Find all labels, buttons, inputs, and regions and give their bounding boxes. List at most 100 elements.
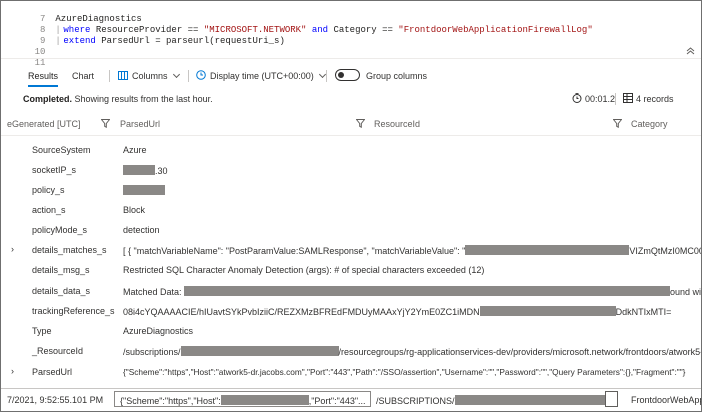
cell-resourceid-tail xyxy=(605,391,618,407)
field-value-text: .30 xyxy=(155,166,168,176)
field-value-tail: VIZmQtMzI0MC00ZDI1LW xyxy=(629,246,701,256)
cell-timegenerated: 7/2021, 9:52:55.101 PM xyxy=(7,395,104,405)
filter-icon[interactable] xyxy=(613,119,622,128)
field-name: details_matches_s xyxy=(32,245,107,255)
stopwatch-icon xyxy=(572,93,582,103)
table-row[interactable]: 7/2021, 9:52:55.101 PM {"Scheme":"https"… xyxy=(1,388,701,410)
collapse-editor-icon[interactable] xyxy=(685,46,695,56)
log-analytics-panel: 7 AzureDiagnostics 8 | where ResourceProvid… xyxy=(0,0,702,412)
cell-resourceid-text: /SUBSCRIPTIONS/ xyxy=(376,396,455,406)
field-value-tail: DdkNTIxMTI= xyxy=(615,307,672,317)
field-value: Block xyxy=(123,205,146,215)
keyword-and: and xyxy=(306,25,329,35)
field-name: details_data_s xyxy=(32,286,91,296)
field-name: policy_s xyxy=(32,185,65,195)
field-value xyxy=(123,185,165,196)
records-icon xyxy=(623,93,633,103)
redacted-block xyxy=(180,346,339,356)
records-value: 4 records xyxy=(636,94,674,104)
detail-row: › details_matches_s [ { "matchVariableNa… xyxy=(1,240,701,260)
code-line-8: 8 | where ResourceProvider == "MICROSOFT.N… xyxy=(1,14,593,35)
record-count: 4 records xyxy=(623,93,674,104)
chevron-down-icon xyxy=(318,70,326,79)
columns-label: Columns xyxy=(132,71,168,81)
expand-chevron-icon[interactable]: › xyxy=(11,244,14,254)
toggle-knob xyxy=(338,72,344,78)
tab-results[interactable]: Results xyxy=(28,68,59,87)
detail-row: policyMode_s detection xyxy=(1,220,701,240)
redacted-block xyxy=(479,306,616,316)
code-text: ParsedUrl = parseurl(requestUri_s) xyxy=(95,36,285,46)
field-value-text: [ { "matchVariableName": "PostParamValue… xyxy=(123,246,466,256)
redacted-block xyxy=(123,165,155,175)
status-detail: Showing results from the last hour. xyxy=(74,94,213,104)
column-header-category[interactable]: Category xyxy=(631,119,668,129)
elapsed-time: 00:01.2 xyxy=(572,93,615,104)
redacted-block xyxy=(184,286,671,296)
detail-row: trackingReference_s 08i4cYQAAAACIE/hIUav… xyxy=(1,301,701,321)
field-value: .30 xyxy=(123,165,168,176)
expand-chevron-icon[interactable]: › xyxy=(11,366,14,376)
string-literal: "FrontdoorWebApplicationFirewallLog" xyxy=(398,25,593,35)
field-value-text: Matched Data: xyxy=(123,287,185,297)
code-text: Category == xyxy=(328,25,399,35)
detail-row: _ResourceId /subscriptions/ /resourcegrou… xyxy=(1,341,701,361)
chevron-down-icon xyxy=(172,70,180,79)
code-line-10: 10 xyxy=(1,36,55,57)
code-line-7: 7 AzureDiagnostics xyxy=(1,3,142,24)
column-header-parsedurl[interactable]: ParsedUrl xyxy=(120,119,160,129)
status-completed: Completed. xyxy=(23,94,73,104)
grid-header: eGenerated [UTC] ParsedUrl ResourceId Ca… xyxy=(1,114,701,136)
detail-row: policy_s xyxy=(1,180,701,200)
field-value-text: 08i4cYQAAAACIE/hIUavtSYkPvbIziiC/REZXMzB… xyxy=(123,307,480,317)
group-columns-label: Group columns xyxy=(366,71,428,81)
cell-resourceid: /SUBSCRIPTIONS/ xyxy=(376,395,605,406)
cell-parsedurl-text: {"Scheme":"https","Host": xyxy=(120,396,221,406)
display-time-button[interactable]: Display time (UTC+00:00) xyxy=(196,68,326,84)
field-name: socketIP_s xyxy=(32,165,77,175)
code-line-11: 11 xyxy=(1,47,55,68)
detail-row: Type AzureDiagnostics xyxy=(1,321,701,341)
divider xyxy=(326,70,327,82)
field-value-tail: /resourcegroups/rg-applicationservices-d… xyxy=(338,347,702,357)
display-time-label: Display time (UTC+00:00) xyxy=(210,71,314,81)
field-name: ParsedUrl xyxy=(32,367,73,377)
columns-button[interactable]: Columns xyxy=(118,68,180,85)
filter-icon[interactable] xyxy=(356,119,365,128)
detail-row: › ParsedUrl {"Scheme":"https","Host":"at… xyxy=(1,362,701,382)
field-name: Type xyxy=(32,326,52,336)
query-editor[interactable]: 7 AzureDiagnostics 8 | where ResourceProvid… xyxy=(1,1,701,68)
cell-parsedurl: {"Scheme":"https","Host": ,"Port":"443"..… xyxy=(120,395,366,406)
redacted-block xyxy=(220,395,309,405)
detail-row: details_data_s Matched Data: ound with xyxy=(1,281,701,301)
columns-icon xyxy=(118,69,128,85)
keyword-extend: extend xyxy=(63,36,96,46)
field-value: /subscriptions/ /resourcegroups/rg-applic… xyxy=(123,346,702,357)
field-value-text: /subscriptions/ xyxy=(123,347,181,357)
field-name: trackingReference_s xyxy=(32,306,115,316)
filter-icon[interactable] xyxy=(101,119,110,128)
field-name: _ResourceId xyxy=(32,346,84,356)
column-header-resourceid[interactable]: ResourceId xyxy=(374,119,420,129)
field-value: 08i4cYQAAAACIE/hIUavtSYkPvbIziiC/REZXMzB… xyxy=(123,306,671,317)
cell-category: FrontdoorWebApp... xyxy=(631,395,701,405)
field-value: AzureDiagnostics xyxy=(123,326,194,336)
cell-parsedurl-port: ,"Port":"443"... xyxy=(308,396,366,406)
status-message: Completed. Showing results from the last… xyxy=(23,94,213,104)
detail-row: socketIP_s .30 xyxy=(1,160,701,180)
query-status: Completed. Showing results from the last… xyxy=(1,90,701,108)
divider xyxy=(615,93,616,105)
divider xyxy=(109,70,110,82)
column-header-timegenerated[interactable]: eGenerated [UTC] xyxy=(7,119,81,129)
tab-chart[interactable]: Chart xyxy=(72,68,94,87)
field-value: {"Scheme":"https","Host":"atwork5-dr.jac… xyxy=(123,367,686,377)
detail-row: details_msg_s Restricted SQL Character A… xyxy=(1,260,701,280)
field-name: details_msg_s xyxy=(32,265,90,275)
field-name: action_s xyxy=(32,205,66,215)
group-columns-toggle[interactable] xyxy=(335,69,360,81)
field-value: Matched Data: ound with xyxy=(123,286,702,297)
field-value-tail: ound with xyxy=(670,287,702,297)
code-line-9: 9 | extend ParsedUrl = parseurl(requestUri… xyxy=(1,25,285,46)
divider xyxy=(188,70,189,82)
field-value: Restricted SQL Character Anomaly Detecti… xyxy=(123,265,485,275)
